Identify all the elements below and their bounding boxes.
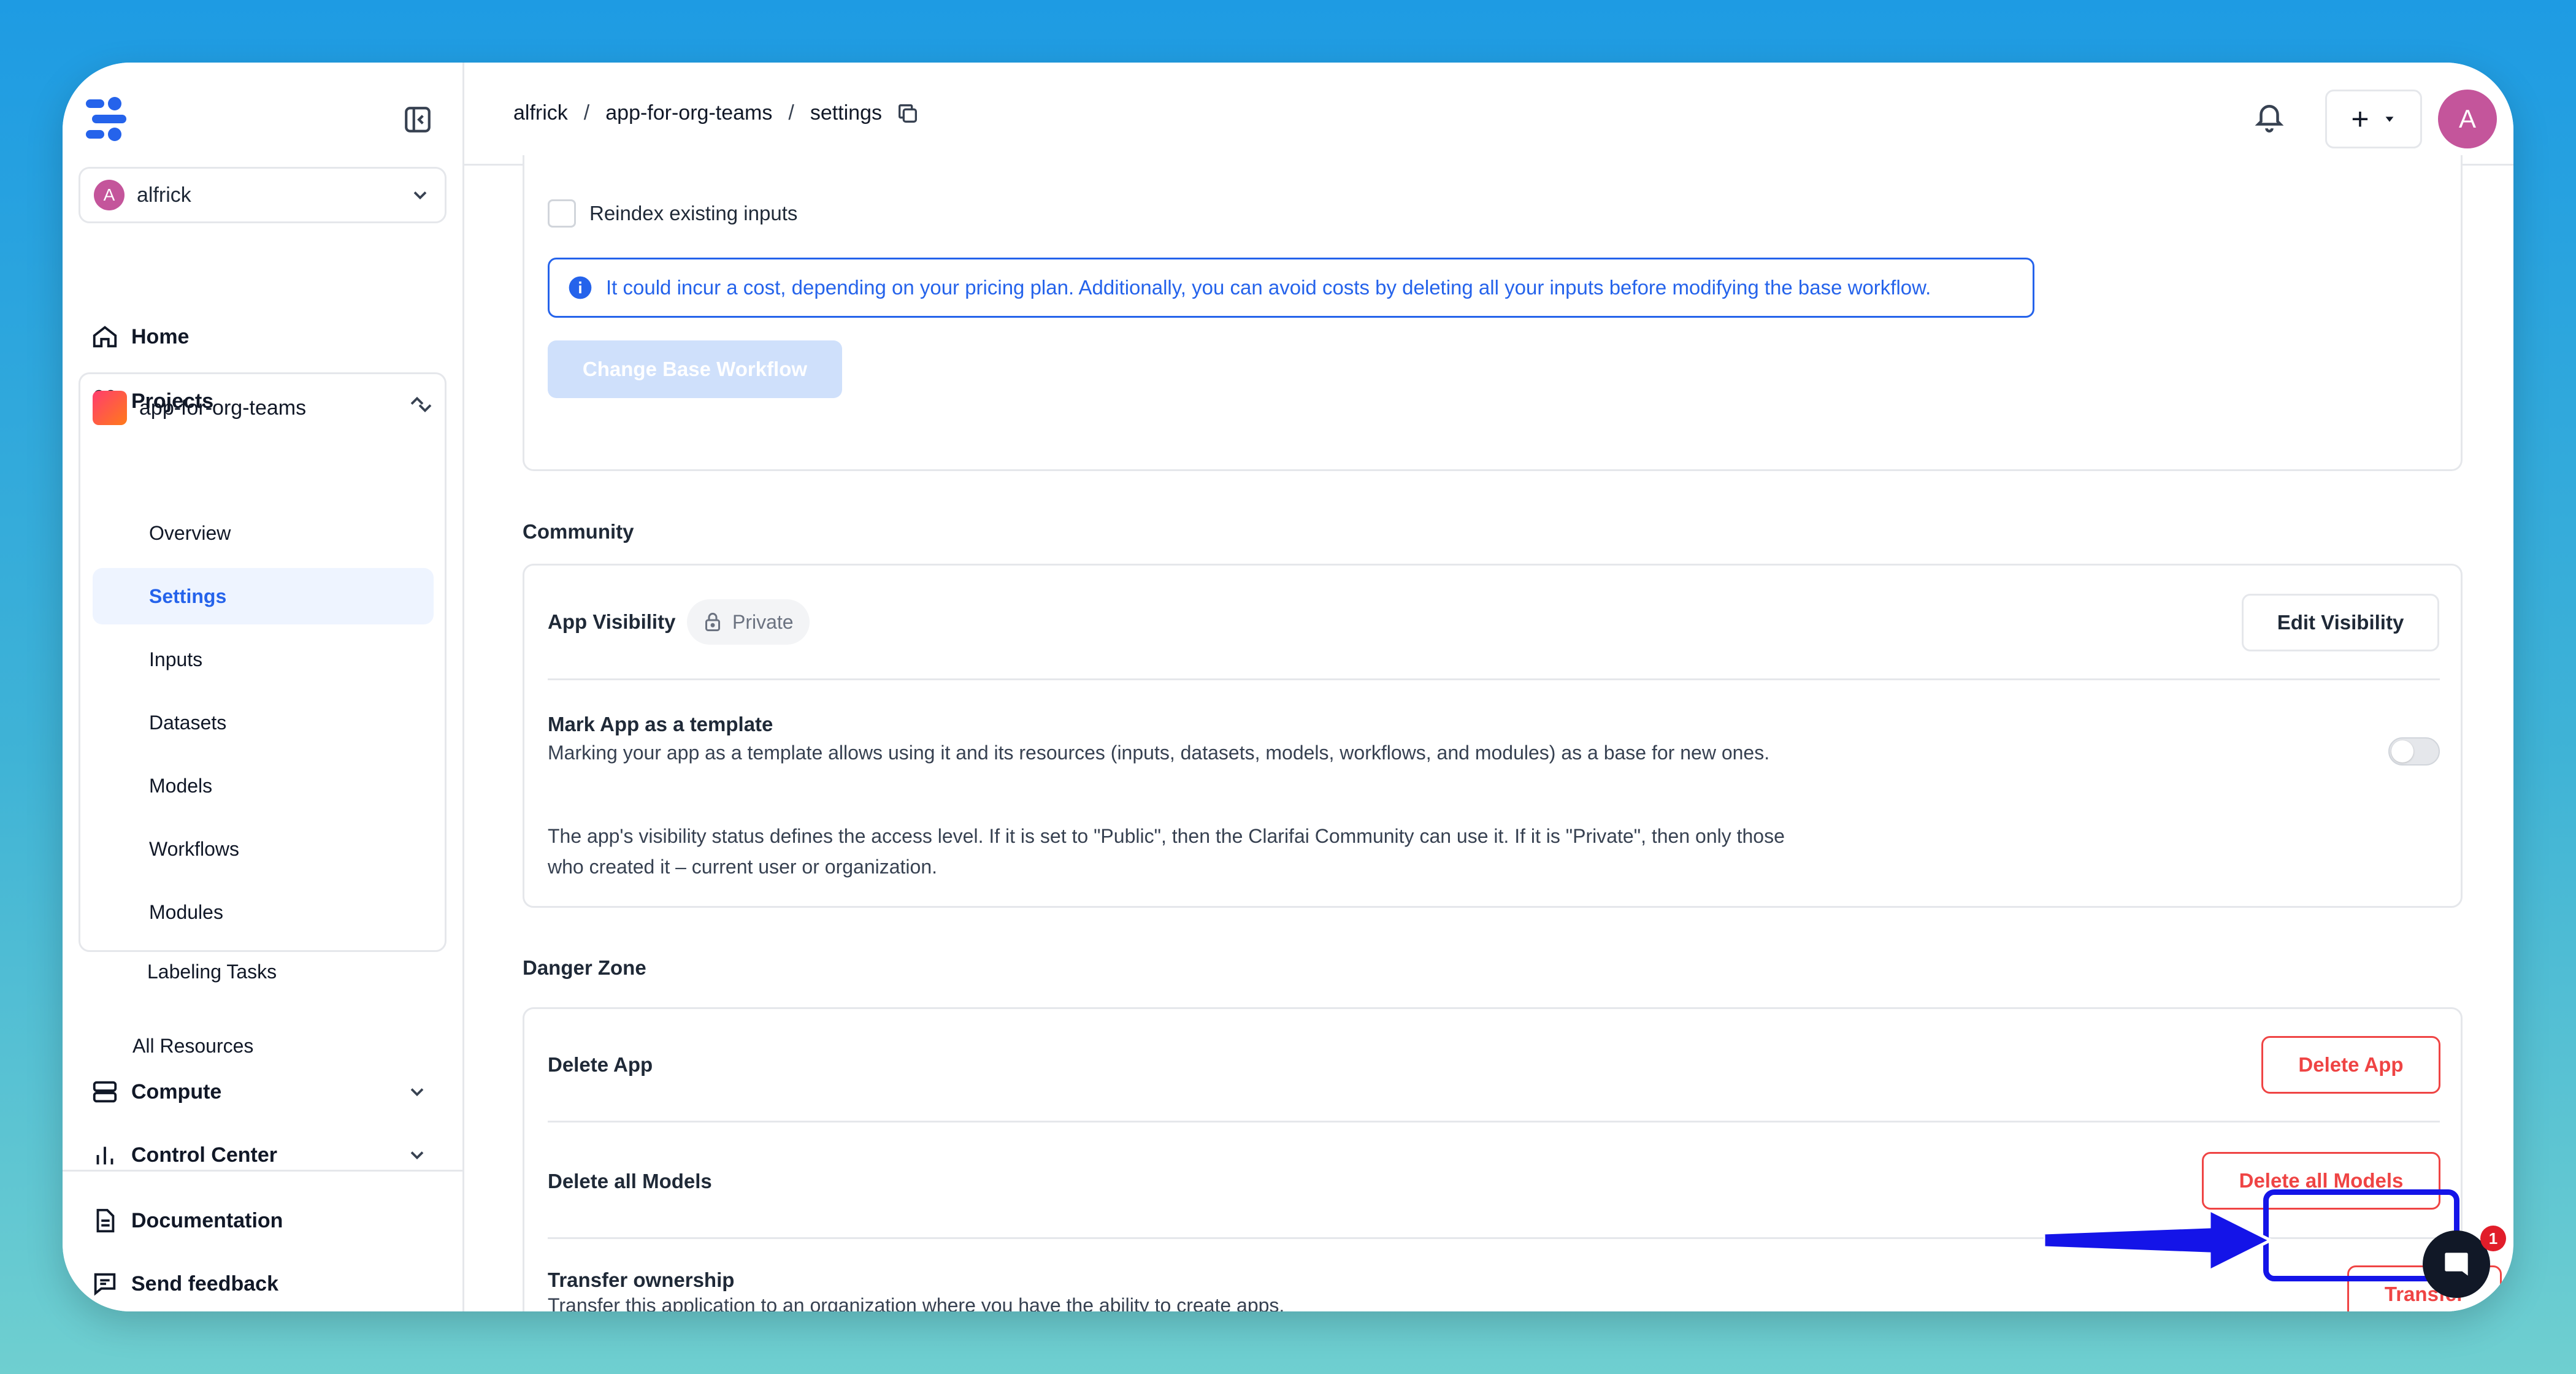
lock-icon <box>705 613 720 631</box>
sidebar-item-labeling-tasks[interactable]: Labeling Tasks <box>91 943 432 1000</box>
sidebar: A alfrick Home Projects app-for-org-team… <box>63 63 464 1311</box>
reindex-label: Reindex existing inputs <box>589 202 798 225</box>
delete-app-button[interactable]: Delete App <box>2261 1036 2440 1094</box>
sidebar-item-settings[interactable]: Settings <box>93 568 434 624</box>
visibility-badge: Private <box>687 599 810 645</box>
nav-documentation[interactable]: Documentation <box>91 1199 447 1242</box>
nav-home[interactable]: Home <box>91 315 447 358</box>
app-visibility-label: App Visibility <box>548 610 676 633</box>
plus-icon: + <box>2351 102 2369 136</box>
visibility-description: The app's visibility status defines the … <box>548 825 1785 878</box>
breadcrumb-app[interactable]: app-for-org-teams <box>605 101 772 125</box>
home-icon <box>93 326 117 348</box>
divider <box>548 678 2440 680</box>
chevron-down-icon <box>418 404 432 413</box>
delete-app-label: Delete App <box>548 1053 653 1076</box>
nav-compute[interactable]: Compute <box>91 1070 447 1113</box>
sidebar-item-models[interactable]: Models <box>93 758 434 814</box>
sidebar-item-all-resources[interactable]: All Resources <box>132 1035 253 1057</box>
top-bar: alfrick / app-for-org-teams / settings <box>464 63 2513 166</box>
project-menu: app-for-org-teams Overview Settings Inpu… <box>79 372 447 952</box>
delete-models-label: Delete all Models <box>548 1170 712 1192</box>
project-thumbnail <box>93 391 127 425</box>
nav-compute-label: Compute <box>131 1080 222 1103</box>
reindex-checkbox[interactable] <box>548 199 576 228</box>
feedback-icon <box>94 1273 116 1296</box>
breadcrumb-separator: / <box>583 101 590 125</box>
sidebar-footer: Documentation Send feedback <box>63 1170 464 1311</box>
org-avatar: A <box>94 180 125 210</box>
danger-zone-title: Danger Zone <box>523 956 646 979</box>
create-button[interactable]: + <box>2325 90 2422 148</box>
project-selector[interactable]: app-for-org-teams <box>93 386 436 429</box>
info-icon <box>569 276 592 299</box>
chevron-down-icon <box>413 191 427 200</box>
cost-info-alert: It could incur a cost, depending on your… <box>548 258 2034 318</box>
divider <box>548 1121 2440 1123</box>
document-icon <box>96 1208 115 1233</box>
annotation-arrow-icon <box>2044 1210 2274 1271</box>
cost-info-text: It could incur a cost, depending on your… <box>606 276 1931 299</box>
org-selector[interactable]: A alfrick <box>79 167 447 223</box>
breadcrumb: alfrick / app-for-org-teams / settings <box>513 101 920 126</box>
chevron-down-icon <box>410 1088 424 1097</box>
chevron-down-icon <box>410 1151 424 1160</box>
template-label: Mark App as a template <box>548 713 773 735</box>
sidebar-item-modules[interactable]: Modules <box>93 884 434 940</box>
bell-icon[interactable] <box>2253 99 2286 132</box>
template-toggle[interactable] <box>2388 737 2440 766</box>
server-icon <box>93 1081 117 1103</box>
sidebar-item-datasets[interactable]: Datasets <box>93 694 434 751</box>
user-avatar[interactable]: A <box>2438 90 2497 148</box>
clarifai-logo-icon[interactable] <box>83 93 135 145</box>
chat-icon <box>2445 1253 2468 1276</box>
nav-home-label: Home <box>131 324 190 348</box>
breadcrumb-org[interactable]: alfrick <box>513 101 568 125</box>
sidebar-collapse-icon[interactable] <box>402 104 433 135</box>
settings-content: Reindex existing inputs It could incur a… <box>464 155 2513 1311</box>
visibility-value: Private <box>732 610 794 633</box>
nav-documentation-label: Documentation <box>131 1208 283 1232</box>
transfer-description: Transfer this application to an organiza… <box>548 1294 1285 1311</box>
caret-down-icon <box>2385 117 2394 122</box>
breadcrumb-settings: settings <box>810 101 882 125</box>
community-title: Community <box>523 520 634 543</box>
change-base-workflow-button[interactable]: Change Base Workflow <box>548 340 842 398</box>
sidebar-item-overview[interactable]: Overview <box>93 505 434 561</box>
nav-send-feedback[interactable]: Send feedback <box>91 1262 447 1305</box>
nav-control-center-label: Control Center <box>131 1143 277 1167</box>
bar-chart-icon <box>96 1146 113 1165</box>
base-workflow-card: Reindex existing inputs It could incur a… <box>523 155 2463 471</box>
project-name: app-for-org-teams <box>139 396 307 420</box>
app-window: A alfrick Home Projects app-for-org-team… <box>63 63 2513 1311</box>
org-name: alfrick <box>137 183 191 207</box>
template-description: Marking your app as a template allows us… <box>548 742 1770 764</box>
breadcrumb-separator: / <box>788 101 794 125</box>
copy-icon[interactable] <box>895 101 920 126</box>
chat-notification-badge: 1 <box>2480 1226 2506 1251</box>
edit-visibility-button[interactable]: Edit Visibility <box>2242 594 2439 651</box>
sidebar-item-inputs[interactable]: Inputs <box>93 631 434 688</box>
community-card: App Visibility Private Edit Visibility M… <box>523 564 2463 908</box>
transfer-ownership-label: Transfer ownership <box>548 1268 735 1291</box>
nav-send-feedback-label: Send feedback <box>131 1272 278 1295</box>
sidebar-item-workflows[interactable]: Workflows <box>93 821 434 877</box>
